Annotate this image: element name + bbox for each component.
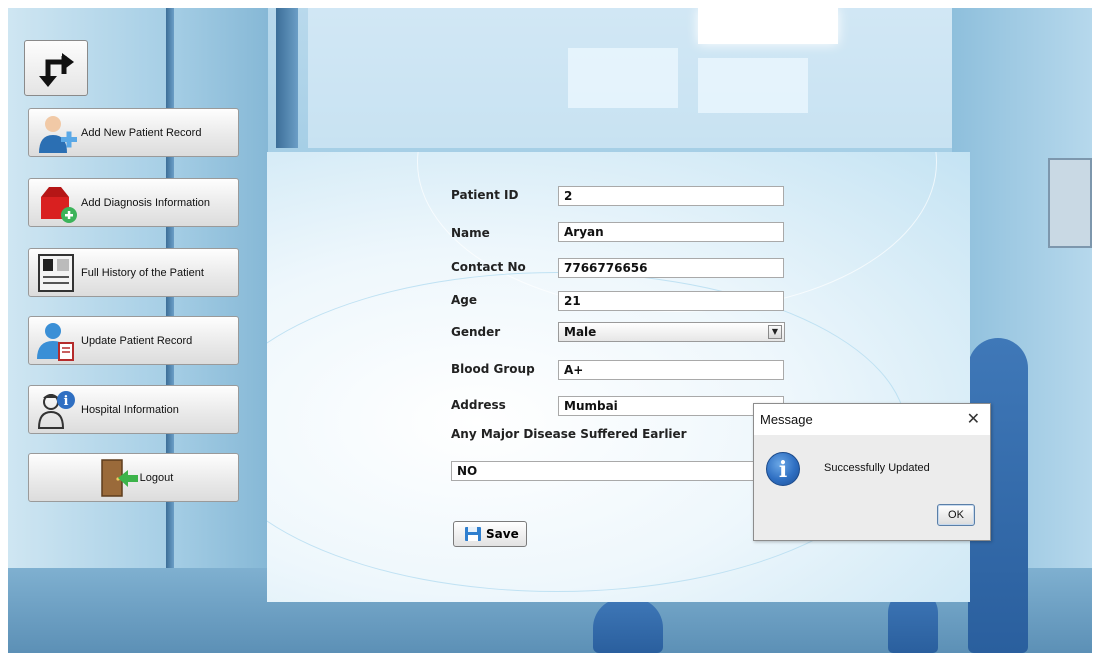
- patient-id-label: Patient ID: [451, 188, 519, 202]
- close-icon[interactable]: ✕: [967, 411, 980, 428]
- background-ceiling-light: [698, 8, 838, 44]
- blood-group-label: Blood Group: [451, 362, 535, 376]
- add-diagnosis-information-button[interactable]: Add Diagnosis Information: [28, 178, 239, 227]
- background-door: [1048, 158, 1092, 248]
- chevron-down-icon[interactable]: ▼: [768, 325, 782, 339]
- name-input[interactable]: Aryan: [558, 222, 784, 242]
- logout-button[interactable]: Logout: [28, 453, 239, 502]
- patient-id-input[interactable]: 2: [558, 186, 784, 206]
- app-window: Add New Patient Record Add Diagnosis Inf…: [8, 8, 1092, 653]
- dialog-titlebar[interactable]: Message ✕: [754, 404, 990, 435]
- add-new-patient-record-button[interactable]: Add New Patient Record: [28, 108, 239, 157]
- gender-selected-value: Male: [564, 325, 597, 339]
- major-disease-input[interactable]: NO: [451, 461, 785, 481]
- info-icon: i: [766, 452, 800, 486]
- ok-button[interactable]: OK: [937, 504, 975, 526]
- svg-text:i: i: [64, 394, 69, 409]
- gender-select[interactable]: Male ▼: [558, 322, 785, 342]
- age-label: Age: [451, 293, 478, 307]
- background-ceiling-panel: [698, 58, 808, 113]
- background-person: [593, 598, 663, 653]
- save-button-label: Save: [486, 527, 519, 541]
- full-history-button[interactable]: Full History of the Patient: [28, 248, 239, 297]
- major-disease-label: Any Major Disease Suffered Earlier: [451, 427, 687, 441]
- patient-file-icon: [35, 253, 79, 293]
- age-input[interactable]: 21: [558, 291, 784, 311]
- dialog-message: Successfully Updated: [824, 462, 930, 474]
- name-label: Name: [451, 226, 490, 240]
- patient-update-icon: [35, 321, 79, 361]
- doctor-add-icon: [35, 113, 79, 153]
- contact-no-input[interactable]: 7766776656: [558, 258, 784, 278]
- exit-door-icon: [94, 458, 138, 498]
- dialog-title: Message: [760, 412, 813, 427]
- address-input[interactable]: Mumbai: [558, 396, 784, 416]
- navigation-toggle-button[interactable]: [24, 40, 88, 96]
- background-pillar: [276, 8, 298, 148]
- gender-label: Gender: [451, 325, 501, 339]
- background-ceiling-panel: [568, 48, 678, 108]
- save-disk-icon: [465, 527, 481, 541]
- medical-kit-add-icon: [35, 183, 79, 223]
- message-dialog: Message ✕ i Successfully Updated OK: [753, 403, 991, 541]
- blood-group-input[interactable]: A+: [558, 360, 784, 380]
- address-label: Address: [451, 398, 506, 412]
- transfer-arrows-icon: [39, 53, 74, 87]
- nurse-info-icon: i: [35, 390, 79, 430]
- save-button[interactable]: Save: [453, 521, 527, 547]
- update-patient-record-button[interactable]: Update Patient Record: [28, 316, 239, 365]
- hospital-information-button[interactable]: i Hospital Information: [28, 385, 239, 434]
- contact-no-label: Contact No: [451, 260, 526, 274]
